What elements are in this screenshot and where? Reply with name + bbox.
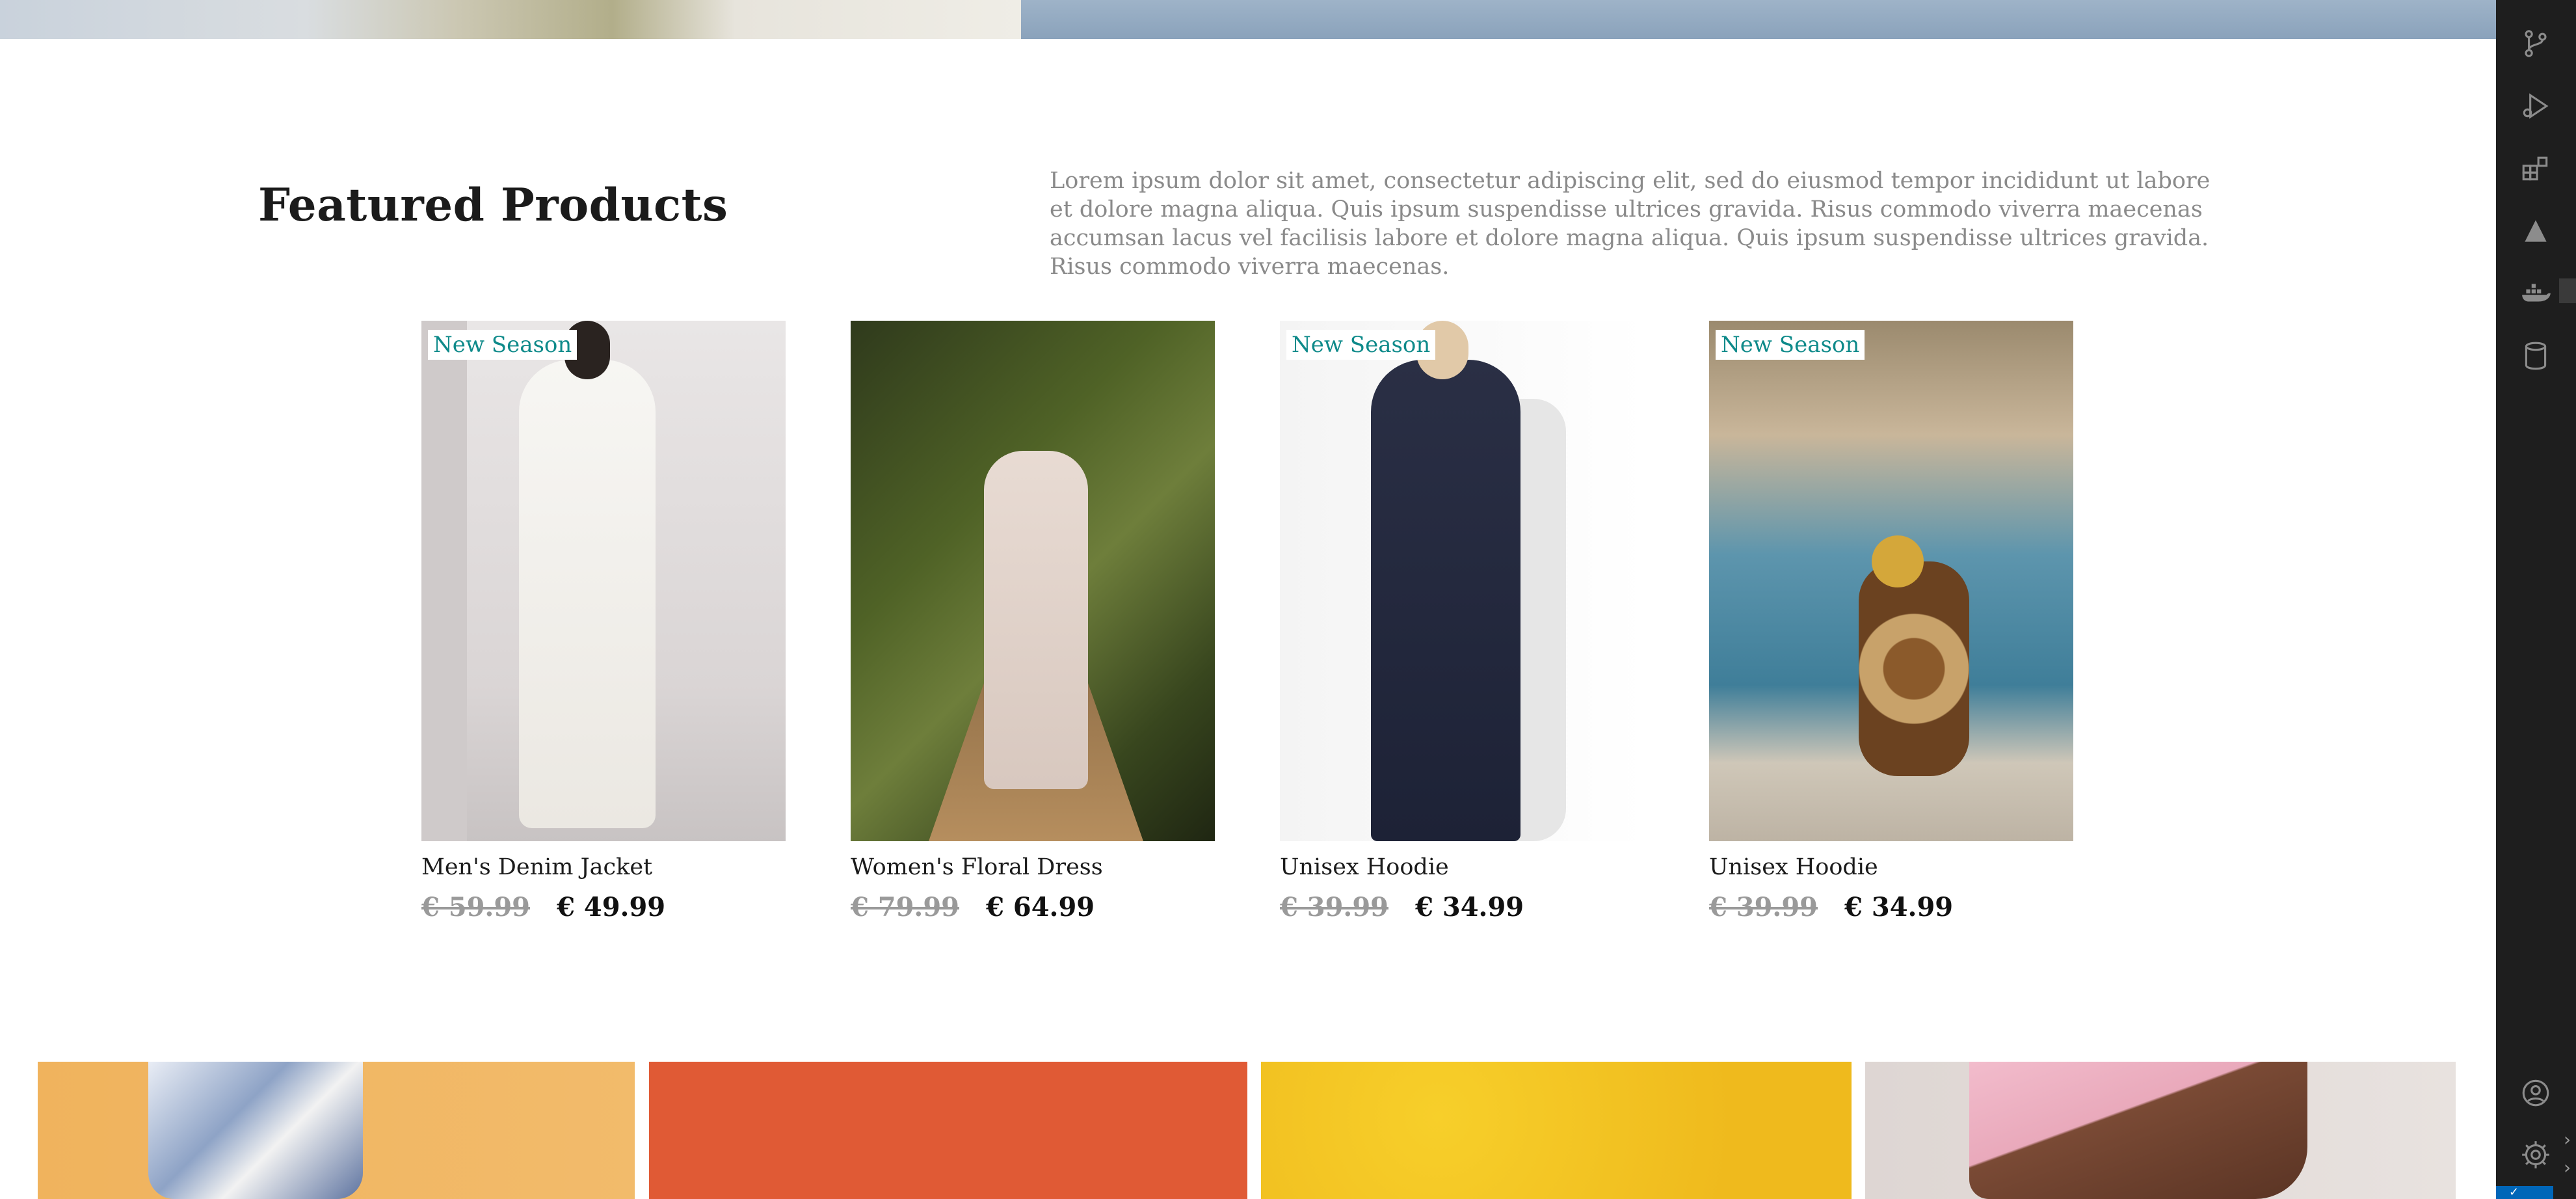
price-row: € 59.99 € 49.99 [421,892,665,923]
category-tile[interactable] [38,1062,635,1199]
section-title: Featured Products [258,179,728,232]
triangle-icon[interactable] [2519,215,2552,247]
product-image[interactable]: New Season [421,321,786,841]
old-price: € 59.99 [421,892,531,923]
product-image[interactable]: New Season [1280,321,1644,841]
extensions-icon[interactable] [2519,152,2552,185]
category-tile[interactable] [649,1062,1247,1199]
new-season-badge: New Season [428,330,578,360]
hero-image-right [1021,0,2496,39]
product-image[interactable]: New Season [1709,321,2073,841]
current-price: € 49.99 [557,892,666,923]
scrollbar-thumb[interactable] [2559,278,2576,303]
section-description: Lorem ipsum dolor sit amet, consectetur … [1050,168,2211,280]
price-row: € 39.99 € 34.99 [1280,892,1524,923]
price-row: € 39.99 € 34.99 [1709,892,1953,923]
new-season-badge: New Season [1286,330,1436,360]
product-card[interactable]: New Season Unisex Hoodie € 39.99 € 34.99 [1709,321,2073,945]
product-name[interactable]: Men's Denim Jacket [421,854,652,880]
current-price: € 34.99 [1415,892,1524,923]
docker-icon[interactable] [2519,277,2552,310]
old-price: € 39.99 [1709,892,1818,923]
product-name[interactable]: Women's Floral Dress [851,854,1103,880]
hero-image-left [0,0,1021,39]
hero-banner-bottom [0,0,2496,39]
chevron-right-icon[interactable]: › [2564,1129,2571,1150]
category-tile[interactable] [1261,1062,1852,1199]
old-price: € 79.99 [851,892,960,923]
product-card[interactable]: New Season Men's Denim Jacket € 59.99 € … [421,321,786,945]
run-debug-icon[interactable] [2519,90,2552,122]
account-icon[interactable] [2519,1077,2552,1109]
settings-gear-icon[interactable] [2519,1138,2552,1171]
product-name[interactable]: Unisex Hoodie [1280,854,1449,880]
product-name[interactable]: Unisex Hoodie [1709,854,1878,880]
new-season-badge: New Season [1716,330,1865,360]
price-row: € 79.99 € 64.99 [851,892,1095,923]
database-icon[interactable] [2519,340,2552,372]
product-image[interactable] [851,321,1215,841]
source-control-icon[interactable] [2519,27,2552,60]
web-page: Featured Products Lorem ipsum dolor sit … [0,0,2496,1199]
product-card[interactable]: New Season Unisex Hoodie € 39.99 € 34.99 [1280,321,1644,945]
product-card[interactable]: Women's Floral Dress € 79.99 € 64.99 [851,321,1215,945]
current-price: € 64.99 [986,892,1095,923]
current-price: € 34.99 [1844,892,1954,923]
status-bar [2496,1186,2553,1199]
activity-bar [2496,0,2576,1199]
chevron-right-icon[interactable]: › [2564,1157,2571,1178]
old-price: € 39.99 [1280,892,1389,923]
check-icon: ✓ [2509,1185,2519,1199]
category-tile[interactable] [1865,1062,2456,1199]
